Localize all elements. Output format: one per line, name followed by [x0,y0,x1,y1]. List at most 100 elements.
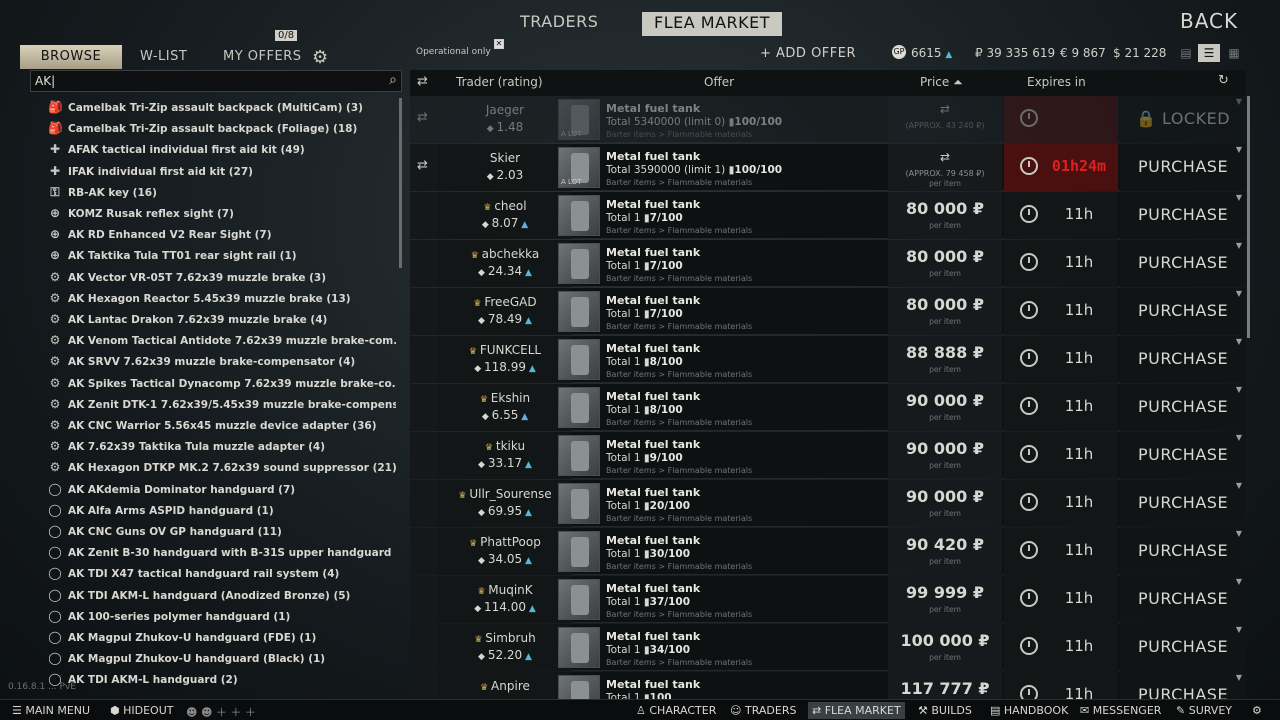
trader-cell[interactable]: Jaeger ◆ 1.48 [438,96,572,143]
category-item[interactable]: ✚ AFAK tactical individual first aid kit … [44,140,396,161]
purchase-button[interactable]: PURCHASE [1120,445,1246,464]
list-view-icon[interactable]: ☰ [1198,44,1220,62]
trader-cell[interactable]: ♛ cheol ◆ 8.07 ▲ [438,192,572,239]
action-cell[interactable]: PURCHASE ▼ [1120,192,1246,239]
item-thumbnail[interactable] [558,195,600,236]
item-thumbnail[interactable] [558,531,600,572]
purchase-button[interactable]: PURCHASE [1120,541,1246,560]
action-cell[interactable]: 🔒 LOCKED ▼ [1120,96,1246,143]
category-item[interactable]: ◯ AK Magpul Zhukov-U handguard (Black) (1… [44,649,396,670]
tab-browse[interactable]: BROWSE [20,45,122,69]
category-item[interactable]: ⚙ AK SRVV 7.62x39 muzzle brake-compensato… [44,352,396,373]
chevron-down-icon[interactable]: ▼ [1236,385,1242,394]
col-offer[interactable]: Offer [704,75,734,89]
category-item[interactable]: ◯ AK TDI AKM-L handguard (2) [44,670,396,691]
messenger-button[interactable]: ✉ MESSENGER [1080,704,1161,717]
action-cell[interactable]: PURCHASE ▼ [1120,336,1246,383]
col-trader[interactable]: Trader (rating) [456,75,543,89]
category-item[interactable]: ⚙ AK Hexagon DTKP MK.2 7.62x39 sound supp… [44,458,396,479]
locked-button[interactable]: 🔒 LOCKED [1120,109,1246,128]
chevron-down-icon[interactable]: ▼ [1236,145,1242,154]
gear-icon[interactable]: ⚙ [312,47,328,68]
col-expires[interactable]: Expires in [1027,75,1086,89]
item-thumbnail[interactable] [558,339,600,380]
chevron-down-icon[interactable]: ▼ [1236,481,1242,490]
trader-name[interactable]: ♛ FreeGAD [438,295,572,309]
item-thumbnail[interactable]: A LOT [558,99,600,140]
category-scrollbar[interactable] [399,98,402,268]
chevron-down-icon[interactable]: ▼ [1236,97,1242,106]
item-thumbnail[interactable] [558,387,600,428]
purchase-button[interactable]: PURCHASE [1120,397,1246,416]
category-item[interactable]: ◯ AK AKdemia Dominator handguard (7) [44,480,396,501]
category-item[interactable]: 🎒 Camelbak Tri-Zip assault backpack (Foli… [44,119,396,140]
trader-name[interactable]: ♛ Simbruh [438,631,572,645]
tab-flea-market[interactable]: FLEA MARKET [642,12,782,36]
action-cell[interactable]: PURCHASE ▼ [1120,672,1246,700]
search-icon[interactable]: ⌕ [389,72,397,88]
hideout-button[interactable]: ⬢ HIDEOUT [110,704,173,717]
purchase-button[interactable]: PURCHASE [1120,685,1246,700]
settings-icon[interactable]: ⚙ [1252,704,1262,717]
back-button[interactable]: BACK [1180,9,1238,33]
action-cell[interactable]: PURCHASE ▼ [1120,384,1246,431]
purchase-button[interactable]: PURCHASE [1120,205,1246,224]
offers-scrollbar[interactable] [1247,96,1250,338]
category-item[interactable]: ⚙ AK Spikes Tactical Dynacomp 7.62x39 muz… [44,374,396,395]
tab-my-offers[interactable]: MY OFFERS [223,45,301,69]
grid-view-icon[interactable]: ▦ [1226,46,1242,60]
trader-cell[interactable]: ♛ Simbruh ◆ 52.20 ▲ [438,624,572,671]
category-item[interactable]: ◯ AK CNC Guns OV GP handguard (11) [44,522,396,543]
action-cell[interactable]: PURCHASE ▼ [1120,624,1246,671]
flea-market-button[interactable]: ⇄ FLEA MARKET [808,702,905,719]
item-thumbnail[interactable] [558,627,600,668]
trader-name[interactable]: ♛ PhattPoop [438,535,572,549]
action-cell[interactable]: PURCHASE ▼ [1120,480,1246,527]
category-item[interactable]: ◯ AK Magpul Zhukov-U handguard (FDE) (1) [44,628,396,649]
action-cell[interactable]: PURCHASE ▼ [1120,528,1246,575]
builds-button[interactable]: ⚒ BUILDS [918,704,972,717]
action-cell[interactable]: PURCHASE ▼ [1120,144,1246,191]
category-item[interactable]: ⚙ AK CNC Warrior 5.56x45 muzzle device ad… [44,416,396,437]
trader-name[interactable]: ♛ tkiku [438,439,572,453]
item-thumbnail[interactable]: A LOT [558,147,600,188]
item-thumbnail[interactable] [558,483,600,524]
add-offer-button[interactable]: + ADD OFFER [760,46,856,61]
chevron-down-icon[interactable]: ▼ [1236,577,1242,586]
purchase-button[interactable]: PURCHASE [1120,157,1246,176]
category-item[interactable]: ⊕ AK Taktika Tula TT01 rear sight rail (1… [44,246,396,267]
chevron-down-icon[interactable]: ▼ [1236,289,1242,298]
chevron-down-icon[interactable]: ▼ [1236,529,1242,538]
refresh-swap-icon[interactable]: ⇄ [417,74,428,89]
trader-name[interactable]: ♛ Anpire [438,679,572,693]
swap-icon[interactable]: ⇄ [417,158,428,173]
category-item[interactable]: ◯ AK 100-series polymer handguard (1) [44,607,396,628]
purchase-button[interactable]: PURCHASE [1120,349,1246,368]
trader-cell[interactable]: ♛ tkiku ◆ 33.17 ▲ [438,432,572,479]
purchase-button[interactable]: PURCHASE [1120,637,1246,656]
barter-icon[interactable]: ⇄ [888,150,1002,164]
trader-cell[interactable]: ♛ PhattPoop ◆ 34.05 ▲ [438,528,572,575]
tab-traders[interactable]: TRADERS [520,12,598,31]
traders-button[interactable]: ☺ TRADERS [730,704,796,717]
handbook-button[interactable]: ▤ HANDBOOK [990,704,1068,717]
category-item[interactable]: 🎒 Camelbak Tri-Zip assault backpack (Mult… [44,98,396,119]
category-item[interactable]: ◯ AK Zenit B-30 handguard with B-31S uppe… [44,543,396,564]
purchase-button[interactable]: PURCHASE [1120,253,1246,272]
chevron-down-icon[interactable]: ▼ [1236,625,1242,634]
trader-name[interactable]: Skier [438,151,572,165]
item-thumbnail[interactable] [558,579,600,620]
main-menu-button[interactable]: ☰ MAIN MENU [12,704,90,717]
action-cell[interactable]: PURCHASE ▼ [1120,432,1246,479]
trader-name[interactable]: ♛ Ekshin [438,391,572,405]
category-item[interactable]: ⚿ RB-AK key (16) [44,183,396,204]
item-thumbnail[interactable] [558,243,600,284]
trader-cell[interactable]: ♛ Ekshin ◆ 6.55 ▲ [438,384,572,431]
character-button[interactable]: ♙ CHARACTER [636,704,716,717]
tab-wishlist[interactable]: W-LIST [140,45,187,69]
category-item[interactable]: ⚙ AK Vector VR-05T 7.62x39 muzzle brake (… [44,268,396,289]
trader-cell[interactable]: ♛ Ullr_Sourense ◆ 69.95 ▲ [438,480,572,527]
category-item[interactable]: ⚙ AK Zenit DTK-1 7.62x39/5.45x39 muzzle b… [44,395,396,416]
chevron-down-icon[interactable]: ▼ [1236,673,1242,682]
trader-name[interactable]: ♛ Ullr_Sourense [438,487,572,501]
